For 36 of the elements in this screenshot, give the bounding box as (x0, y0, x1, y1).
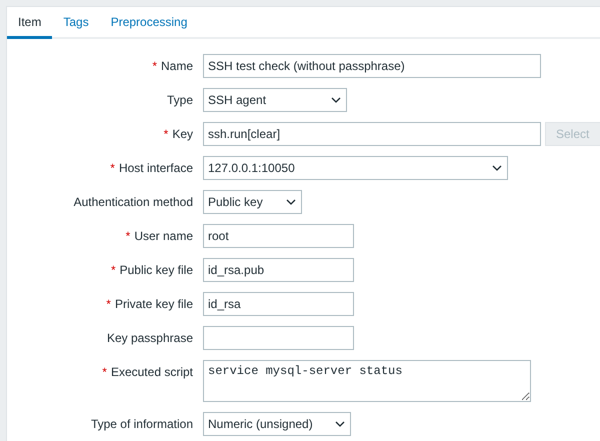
tab[interactable]: Item (7, 7, 52, 39)
tab[interactable]: Tags (52, 7, 100, 39)
text-field[interactable]: SSH test check (without passphrase) (203, 54, 541, 78)
field-label: Type (166, 93, 193, 107)
field-label: Public key file (120, 263, 193, 277)
text-field[interactable]: ssh.run[clear] (203, 122, 541, 146)
chevron-down-icon (331, 97, 341, 103)
required-mark: * (164, 127, 168, 141)
chevron-down-icon (286, 199, 296, 205)
field-label: Host interface (118, 161, 193, 175)
required-mark: * (102, 365, 107, 379)
script-field[interactable]: service mysql-server status (203, 360, 531, 402)
dropdown[interactable]: Numeric (unsigned) (203, 412, 351, 436)
field-label: Authentication method (74, 195, 193, 209)
tab[interactable]: Preprocessing (100, 7, 198, 39)
field-label: User name (134, 229, 193, 243)
text-field[interactable]: root (203, 224, 354, 248)
text-field[interactable] (203, 326, 354, 350)
field-label: Key (172, 127, 193, 141)
dropdown[interactable]: 127.0.0.1:10050 (203, 156, 508, 180)
field-label: Private key file (114, 297, 193, 311)
chevron-down-icon (492, 165, 502, 171)
required-mark: * (126, 229, 130, 243)
text-field[interactable]: id_rsa.pub (203, 258, 354, 282)
required-mark: * (110, 161, 115, 175)
required-mark: * (106, 297, 111, 311)
required-mark: * (110, 263, 116, 277)
dropdown[interactable]: SSH agent (203, 88, 347, 112)
chevron-down-icon (335, 421, 345, 427)
field-label: Name (160, 59, 193, 73)
field-label: Type of information (90, 417, 193, 431)
field-label: Key passphrase (106, 331, 193, 345)
field-label: Executed script (110, 365, 193, 379)
dropdown[interactable]: Public key (203, 190, 302, 214)
text-field[interactable]: id_rsa (203, 292, 354, 316)
required-mark: * (152, 59, 157, 73)
